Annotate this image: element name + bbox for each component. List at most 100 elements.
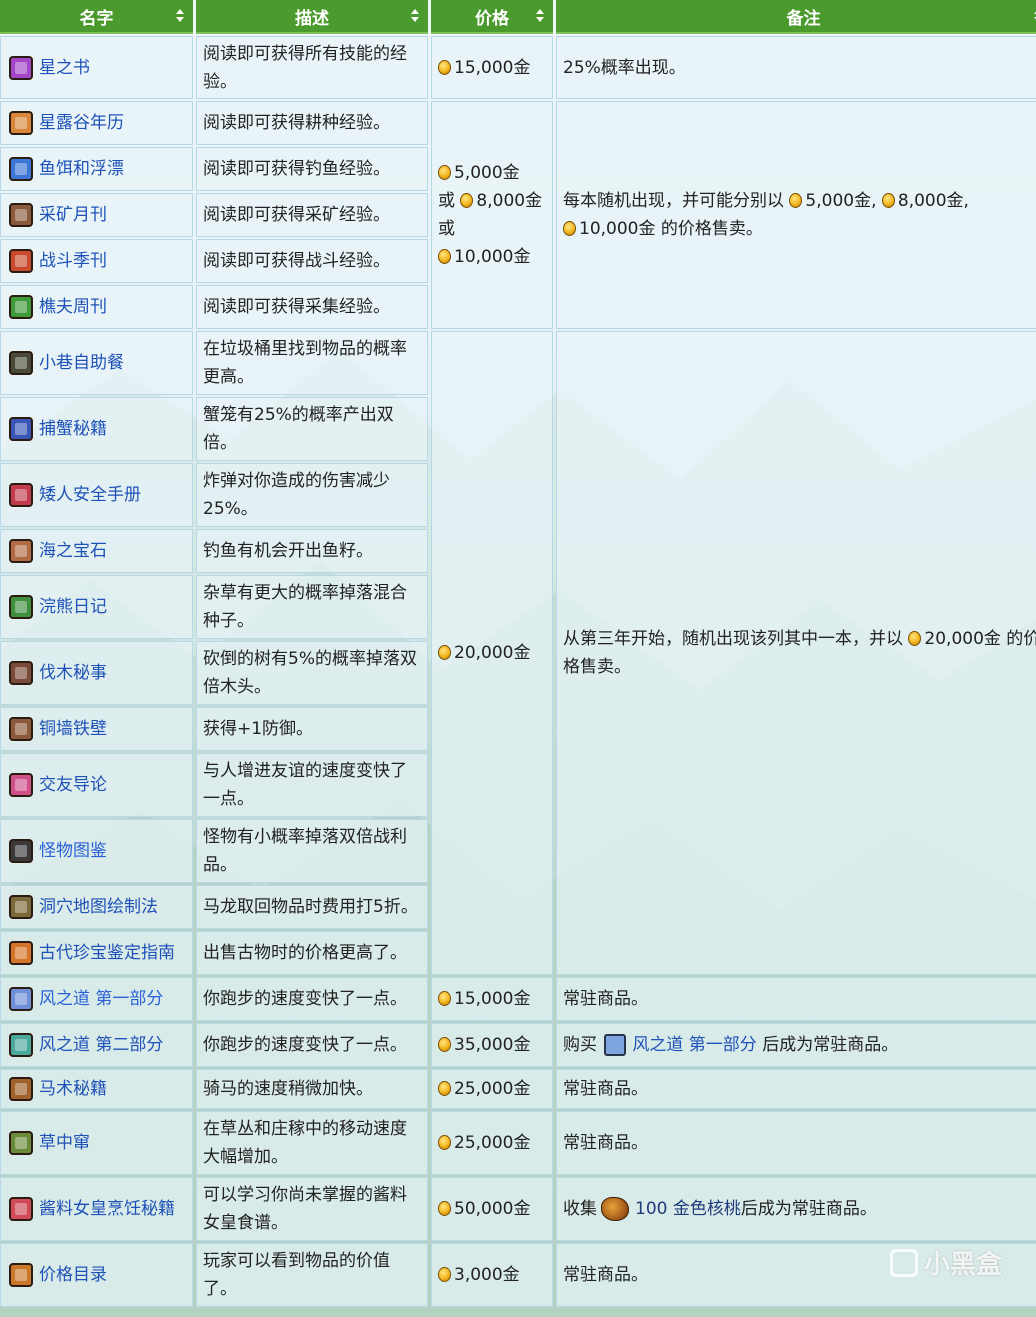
desc-cell: 可以学习你尚未掌握的酱料女皇食谱。 xyxy=(196,1177,428,1241)
item-name-cell[interactable]: 酱料女皇烹饪秘籍 xyxy=(0,1177,193,1241)
item-name-cell[interactable]: 伐木秘事 xyxy=(0,641,193,705)
item-link[interactable]: 战斗季刊 xyxy=(39,251,107,271)
item-name-cell[interactable]: 海之宝石 xyxy=(0,529,193,573)
item-name-cell[interactable]: 草中窜 xyxy=(0,1111,193,1175)
dwarf-book-icon xyxy=(9,483,33,507)
desc-cell: 砍倒的树有5%的概率掉落双倍木头。 xyxy=(196,641,428,705)
note-cell: 从第三年开始，随机出现该列其中一本，并以 20,000金 的价格售卖。 xyxy=(556,331,1036,975)
item-name-cell[interactable]: 洞穴地图绘制法 xyxy=(0,885,193,929)
item-name-cell[interactable]: 矮人安全手册 xyxy=(0,463,193,527)
note-cell: 收集 100 金色核桃后成为常驻商品。 xyxy=(556,1177,1036,1241)
raccoon-book-icon xyxy=(9,595,33,619)
desc-cell: 阅读即可获得耕种经验。 xyxy=(196,101,428,145)
item-link[interactable]: 风之道 第一部分 xyxy=(39,989,163,1009)
gold-coin-icon xyxy=(438,991,451,1006)
sort-icon[interactable] xyxy=(536,9,544,23)
jewels-book-icon xyxy=(9,539,33,563)
item-link[interactable]: 浣熊日记 xyxy=(39,597,107,617)
trash-book-icon xyxy=(9,351,33,375)
table-row: 星之书 阅读即可获得所有技能的经验。 15,000金 25%概率出现。 xyxy=(0,36,1036,99)
star-book-icon xyxy=(9,55,33,80)
gold-coin-icon xyxy=(460,193,474,208)
header-name[interactable]: 名字 xyxy=(0,0,193,34)
golden-walnut-icon xyxy=(601,1197,629,1221)
item-name-cell[interactable]: 星之书 xyxy=(0,36,193,99)
gold-coin-icon xyxy=(881,193,895,208)
note-cell: 每本随机出现，并可能分别以 5,000金, 8,000金, 10,000金 的价… xyxy=(556,101,1036,329)
wind-book-1-icon xyxy=(9,987,33,1011)
watermark: 小黑盒 xyxy=(889,1244,1002,1281)
header-price[interactable]: 价格 xyxy=(431,0,553,34)
item-name-cell[interactable]: 小巷自助餐 xyxy=(0,331,193,395)
item-name-cell[interactable]: 古代珍宝鉴定指南 xyxy=(0,931,193,975)
item-name-cell[interactable]: 铜墙铁壁 xyxy=(0,707,193,751)
item-link[interactable]: 酱料女皇烹饪秘籍 xyxy=(39,1199,175,1219)
header-desc[interactable]: 描述 xyxy=(196,0,428,34)
desc-cell: 怪物有小概率掉落双倍战利品。 xyxy=(196,819,428,883)
grass-book-icon xyxy=(9,1131,33,1155)
item-name-cell[interactable]: 星露谷年历 xyxy=(0,101,193,145)
item-link[interactable]: 捕蟹秘籍 xyxy=(39,419,107,439)
item-name-cell[interactable]: 鱼饵和浮漂 xyxy=(0,147,193,191)
item-name-cell[interactable]: 马术秘籍 xyxy=(0,1069,193,1109)
item-link[interactable]: 马术秘籍 xyxy=(39,1079,107,1099)
item-link[interactable]: 采矿月刊 xyxy=(39,205,107,225)
desc-cell: 玩家可以看到物品的价值了。 xyxy=(196,1243,428,1307)
header-note[interactable]: 备注 xyxy=(556,0,1036,34)
item-link[interactable]: 价格目录 xyxy=(39,1265,107,1285)
combat-book-icon xyxy=(9,249,33,273)
item-name-cell[interactable]: 战斗季刊 xyxy=(0,239,193,283)
item-link[interactable]: 星露谷年历 xyxy=(39,113,124,133)
item-link[interactable]: 樵夫周刊 xyxy=(39,297,107,317)
item-name-cell[interactable]: 怪物图鉴 xyxy=(0,819,193,883)
note-cell: 购买 风之道 第一部分 后成为常驻商品。 xyxy=(556,1023,1036,1067)
sort-icon[interactable] xyxy=(411,9,419,23)
item-name-cell[interactable]: 浣熊日记 xyxy=(0,575,193,639)
table-row: 草中窜 在草丛和庄稼中的移动速度大幅增加。 25,000金 常驻商品。 xyxy=(0,1111,1036,1175)
price-cell: 35,000金 xyxy=(431,1023,553,1067)
gold-coin-icon xyxy=(438,165,451,180)
desc-cell: 在垃圾桶里找到物品的概率更高。 xyxy=(196,331,428,395)
sort-icon[interactable] xyxy=(176,9,184,23)
item-name-cell[interactable]: 风之道 第二部分 xyxy=(0,1023,193,1067)
desc-cell: 阅读即可获得所有技能的经验。 xyxy=(196,36,428,99)
item-link[interactable]: 草中窜 xyxy=(39,1133,90,1153)
gold-coin-icon xyxy=(563,221,576,236)
horse-book-icon xyxy=(9,1077,33,1101)
gold-coin-icon xyxy=(438,249,451,264)
item-name-cell[interactable]: 采矿月刊 xyxy=(0,193,193,237)
item-name-cell[interactable]: 樵夫周刊 xyxy=(0,285,193,329)
heybox-logo-icon xyxy=(889,1249,918,1277)
wind-book-link[interactable]: 风之道 第一部分 xyxy=(632,1035,756,1055)
item-name-cell[interactable]: 价格目录 xyxy=(0,1243,193,1307)
item-link[interactable]: 鱼饵和浮漂 xyxy=(39,159,124,179)
crab-book-icon xyxy=(9,417,33,441)
table-row: 星露谷年历 阅读即可获得耕种经验。 5,000金 或 8,000金 或 10,0… xyxy=(0,101,1036,329)
item-link[interactable]: 伐木秘事 xyxy=(39,663,107,683)
desc-cell: 蟹笼有25%的概率产出双倍。 xyxy=(196,397,428,461)
item-name-cell[interactable]: 交友导论 xyxy=(0,753,193,817)
defense-book-icon xyxy=(9,717,33,741)
desc-cell: 阅读即可获得钓鱼经验。 xyxy=(196,147,428,191)
item-name-cell[interactable]: 捕蟹秘籍 xyxy=(0,397,193,461)
item-link[interactable]: 矮人安全手册 xyxy=(39,485,141,505)
desc-cell: 出售古物时的价格更高了。 xyxy=(196,931,428,975)
table-row: 马术秘籍 骑马的速度稍微加快。 25,000金 常驻商品。 xyxy=(0,1069,1036,1109)
item-link[interactable]: 铜墙铁壁 xyxy=(39,719,107,739)
item-link[interactable]: 小巷自助餐 xyxy=(39,353,124,373)
item-link[interactable]: 洞穴地图绘制法 xyxy=(39,897,158,917)
gold-coin-icon xyxy=(438,1037,451,1052)
wind-book-icon xyxy=(604,1034,627,1056)
golden-walnut-link[interactable]: 100 金色核桃 xyxy=(635,1199,741,1219)
item-link[interactable]: 风之道 第二部分 xyxy=(39,1035,163,1055)
note-cell: 常驻商品。 xyxy=(556,977,1036,1021)
item-name-cell[interactable]: 风之道 第一部分 xyxy=(0,977,193,1021)
item-link[interactable]: 交友导论 xyxy=(39,775,107,795)
item-link[interactable]: 怪物图鉴 xyxy=(39,841,107,861)
desc-cell: 炸弹对你造成的伤害减少25%。 xyxy=(196,463,428,527)
item-link[interactable]: 星之书 xyxy=(39,58,90,78)
item-link[interactable]: 海之宝石 xyxy=(39,541,107,561)
item-link[interactable]: 古代珍宝鉴定指南 xyxy=(39,943,175,963)
desc-cell: 杂草有更大的概率掉落混合种子。 xyxy=(196,575,428,639)
gold-coin-icon xyxy=(789,193,803,208)
